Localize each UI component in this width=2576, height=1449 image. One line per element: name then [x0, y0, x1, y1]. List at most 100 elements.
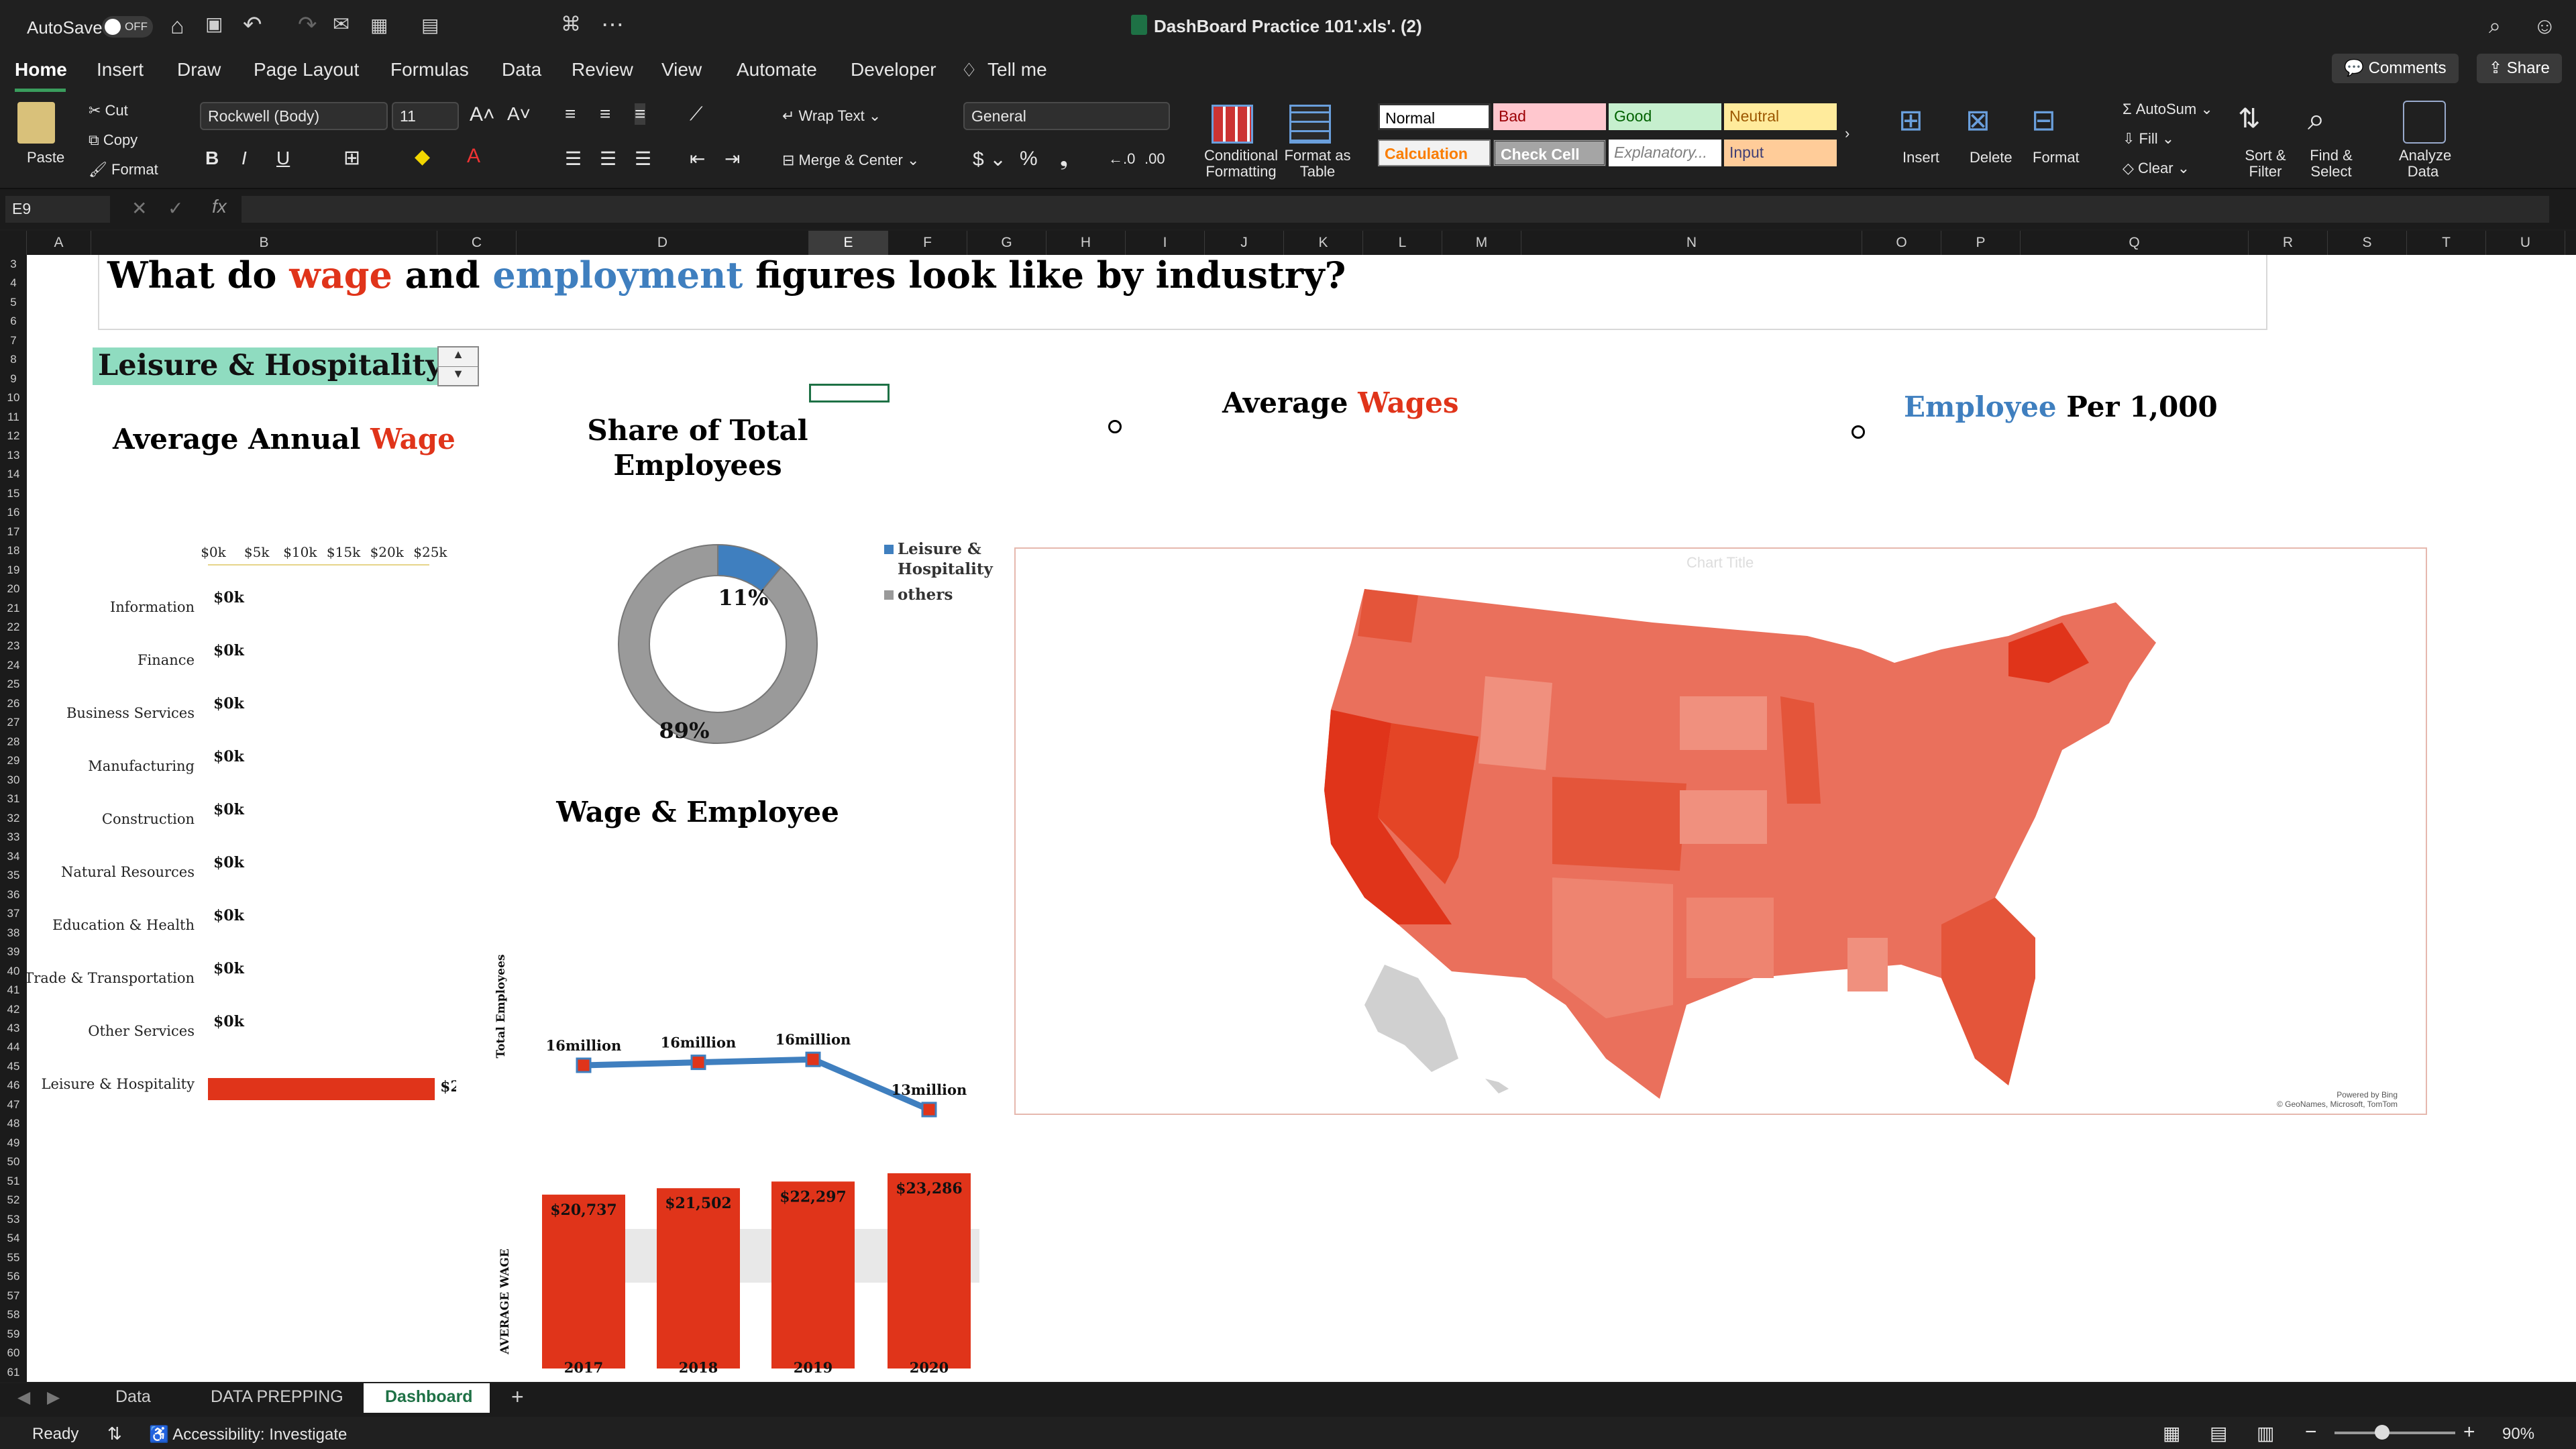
row-header[interactable]: 49: [0, 1136, 27, 1150]
align-bottom-icon[interactable]: ≡: [635, 103, 646, 125]
align-middle-icon[interactable]: ≡: [600, 103, 610, 125]
row-header[interactable]: 37: [0, 907, 27, 920]
row-header[interactable]: 18: [0, 544, 27, 557]
align-right-icon[interactable]: ☰: [635, 148, 651, 170]
add-sheet-icon[interactable]: +: [511, 1385, 524, 1409]
confirm-icon[interactable]: ✓: [168, 197, 183, 219]
tab-review[interactable]: Review: [572, 59, 633, 80]
row-header[interactable]: 50: [0, 1155, 27, 1169]
row-header[interactable]: 29: [0, 754, 27, 767]
shapes-icon[interactable]: ⌘: [561, 15, 581, 35]
row-header[interactable]: 52: [0, 1193, 27, 1207]
row-header[interactable]: 43: [0, 1022, 27, 1035]
row-header[interactable]: 48: [0, 1117, 27, 1130]
row-header[interactable]: 54: [0, 1232, 27, 1245]
filter-icon[interactable]: ▤: [421, 16, 439, 35]
row-header[interactable]: 38: [0, 926, 27, 940]
column-header[interactable]: C: [437, 231, 517, 255]
row-header[interactable]: 8: [0, 353, 27, 366]
dashboard-sheet[interactable]: What do wage and employment figures look…: [27, 255, 2576, 1382]
mail-icon[interactable]: ✉: [333, 15, 350, 35]
row-header[interactable]: 59: [0, 1328, 27, 1341]
outdent-icon[interactable]: ⇥: [724, 148, 740, 170]
column-header[interactable]: P: [1941, 231, 2021, 255]
analyze-data-button[interactable]: Analyze Data: [2399, 148, 2451, 180]
paste-button[interactable]: Paste: [27, 149, 64, 166]
underline-button[interactable]: U: [276, 148, 290, 169]
format-as-table-button[interactable]: Format as Table: [1279, 148, 1356, 180]
row-header[interactable]: 47: [0, 1098, 27, 1112]
tab-data[interactable]: Data: [502, 59, 541, 80]
row-header[interactable]: 26: [0, 697, 27, 710]
zoom-in-icon[interactable]: +: [2463, 1421, 2475, 1444]
spin-down-icon[interactable]: ▼: [439, 367, 478, 386]
row-header[interactable]: 61: [0, 1366, 27, 1379]
row-header[interactable]: 6: [0, 315, 27, 328]
row-header[interactable]: 33: [0, 830, 27, 844]
style-normal[interactable]: Normal: [1378, 103, 1491, 130]
insert-cells-icon[interactable]: ⊞: [1898, 103, 1923, 138]
format-cells-button[interactable]: Format: [2033, 149, 2080, 166]
autosave-toggle[interactable]: OFF: [102, 16, 153, 38]
column-header[interactable]: B: [91, 231, 437, 255]
align-left-icon[interactable]: ☰: [565, 148, 582, 170]
row-header[interactable]: 40: [0, 965, 27, 978]
sheet-tab-data[interactable]: Data: [115, 1387, 151, 1407]
tab-automate[interactable]: Automate: [737, 59, 817, 80]
format-table-icon[interactable]: [1289, 105, 1331, 144]
row-header[interactable]: 12: [0, 429, 27, 443]
row-header[interactable]: 20: [0, 582, 27, 596]
conditional-formatting-icon[interactable]: [1212, 105, 1253, 144]
column-header[interactable]: T: [2407, 231, 2486, 255]
analyze-data-icon[interactable]: [2403, 101, 2446, 144]
orientation-icon[interactable]: ⟋: [690, 103, 703, 125]
row-header[interactable]: 14: [0, 468, 27, 481]
row-header[interactable]: 57: [0, 1289, 27, 1303]
spin-up-icon[interactable]: ▲: [439, 347, 478, 367]
delete-cells-icon[interactable]: ⊠: [1966, 103, 1990, 138]
font-color-icon[interactable]: A: [467, 145, 480, 168]
row-header[interactable]: 31: [0, 792, 27, 806]
column-header[interactable]: O: [1862, 231, 1941, 255]
zoom-slider-thumb[interactable]: [2375, 1425, 2390, 1440]
font-size-select[interactable]: 11: [392, 102, 459, 130]
sheet-tab-dashboard[interactable]: Dashboard: [385, 1387, 473, 1407]
name-box[interactable]: E9: [5, 196, 110, 223]
style-neutral[interactable]: Neutral: [1724, 103, 1837, 130]
accessibility-status[interactable]: ♿ Accessibility: Investigate: [149, 1425, 347, 1444]
prev-sheet-icon[interactable]: ◀: [17, 1387, 30, 1407]
function-icon[interactable]: fx: [212, 196, 227, 217]
row-header[interactable]: 19: [0, 564, 27, 577]
row-header[interactable]: 41: [0, 983, 27, 997]
align-center-icon[interactable]: ☰: [600, 148, 616, 170]
borders-icon[interactable]: ⊞: [343, 146, 360, 170]
cancel-icon[interactable]: ✕: [131, 197, 147, 219]
column-header[interactable]: D: [517, 231, 809, 255]
tab-view[interactable]: View: [661, 59, 702, 80]
save-icon[interactable]: ▣: [205, 15, 223, 34]
row-header[interactable]: 15: [0, 487, 27, 500]
row-header[interactable]: 7: [0, 334, 27, 347]
align-top-icon[interactable]: ≡: [565, 103, 576, 125]
row-header[interactable]: 22: [0, 621, 27, 634]
row-header[interactable]: 3: [0, 258, 27, 271]
zoom-slider[interactable]: [2334, 1432, 2455, 1434]
row-header[interactable]: 13: [0, 449, 27, 462]
column-header[interactable]: J: [1205, 231, 1284, 255]
spin-button[interactable]: ▲ ▼: [437, 346, 479, 386]
tab-draw[interactable]: Draw: [177, 59, 221, 80]
normal-view-icon[interactable]: ▦: [2163, 1422, 2180, 1444]
row-header[interactable]: 46: [0, 1079, 27, 1092]
row-header[interactable]: 16: [0, 506, 27, 519]
column-header[interactable]: G: [967, 231, 1046, 255]
tab-developer[interactable]: Developer: [851, 59, 936, 80]
style-check-cell[interactable]: Check Cell: [1493, 140, 1606, 166]
paste-icon[interactable]: [17, 102, 55, 144]
next-sheet-icon[interactable]: ▶: [47, 1387, 60, 1407]
row-header[interactable]: 24: [0, 659, 27, 672]
row-header[interactable]: 53: [0, 1213, 27, 1226]
number-format-select[interactable]: General: [963, 102, 1170, 130]
row-header[interactable]: 9: [0, 372, 27, 386]
row-header[interactable]: 17: [0, 525, 27, 539]
increase-decimal-icon[interactable]: ←.0: [1108, 150, 1135, 168]
